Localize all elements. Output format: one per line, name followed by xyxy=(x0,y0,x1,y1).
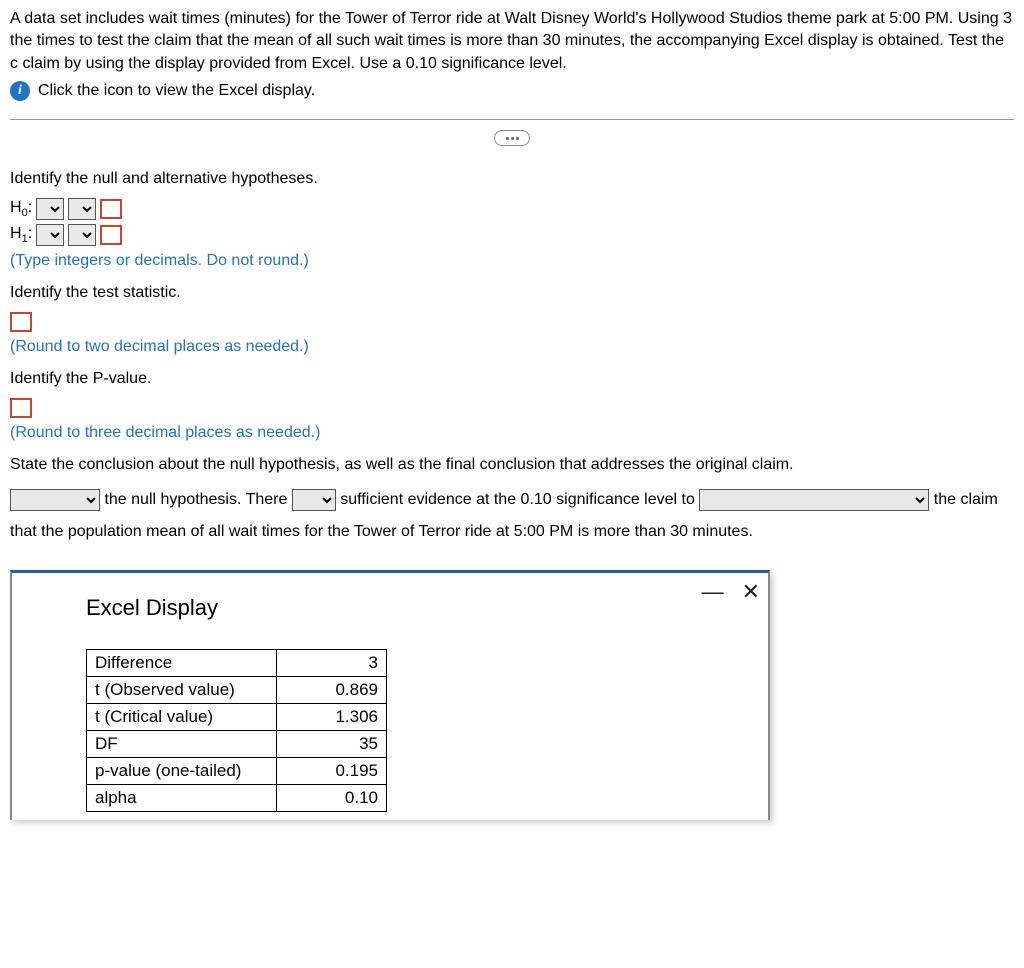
problem-statement: A data set includes wait times (minutes)… xyxy=(10,8,1014,75)
conclusion-decision-dropdown[interactable] xyxy=(10,489,100,511)
table-cell-label: p-value (one-tailed) xyxy=(87,758,277,785)
table-cell-label: Difference xyxy=(87,650,277,677)
table-cell-value: 1.306 xyxy=(277,704,387,731)
table-row: DF35 xyxy=(87,731,387,758)
minimize-icon[interactable]: — xyxy=(702,579,724,605)
table-cell-label: t (Observed value) xyxy=(87,677,277,704)
p-value-hint: (Round to three decimal places as needed… xyxy=(10,424,1014,442)
h0-relation-dropdown[interactable] xyxy=(68,198,96,220)
question-p-value: Identify the P-value. xyxy=(10,370,1014,388)
table-cell-value: 35 xyxy=(277,731,387,758)
conclusion-support-dropdown[interactable] xyxy=(699,489,929,511)
table-row: t (Critical value)1.306 xyxy=(87,704,387,731)
table-row: Difference3 xyxy=(87,650,387,677)
test-statistic-input[interactable] xyxy=(10,312,32,332)
info-icon[interactable]: i xyxy=(10,81,30,101)
info-link-text[interactable]: Click the icon to view the Excel display… xyxy=(38,82,315,100)
question-test-statistic: Identify the test statistic. xyxy=(10,284,1014,302)
question-hypotheses: Identify the null and alternative hypoth… xyxy=(10,170,1014,188)
conclusion-sentence: the null hypothesis. There sufficient ev… xyxy=(10,484,1014,548)
section-divider xyxy=(10,119,1014,120)
table-cell-label: t (Critical value) xyxy=(87,704,277,731)
excel-table: Difference3t (Observed value)0.869t (Cri… xyxy=(86,649,387,812)
close-icon[interactable]: ✕ xyxy=(742,579,760,605)
test-statistic-hint: (Round to two decimal places as needed.) xyxy=(10,338,1014,356)
h1-relation-dropdown[interactable] xyxy=(68,224,96,246)
h0-value-input[interactable] xyxy=(100,199,122,219)
question-conclusion: State the conclusion about the null hypo… xyxy=(10,456,1014,474)
table-cell-value: 0.195 xyxy=(277,758,387,785)
h1-value-input[interactable] xyxy=(100,225,122,245)
table-cell-value: 0.10 xyxy=(277,785,387,812)
h0-param-dropdown[interactable] xyxy=(36,198,64,220)
table-row: t (Observed value)0.869 xyxy=(87,677,387,704)
hypotheses-hint: (Type integers or decimals. Do not round… xyxy=(10,252,1014,270)
excel-display-modal: — ✕ Excel Display Difference3t (Observed… xyxy=(10,570,770,820)
table-cell-value: 3 xyxy=(277,650,387,677)
table-row: alpha0.10 xyxy=(87,785,387,812)
modal-title: Excel Display xyxy=(86,595,740,621)
p-value-input[interactable] xyxy=(10,398,32,418)
table-cell-value: 0.869 xyxy=(277,677,387,704)
h1-param-dropdown[interactable] xyxy=(36,224,64,246)
table-cell-label: DF xyxy=(87,731,277,758)
table-row: p-value (one-tailed)0.195 xyxy=(87,758,387,785)
h1-row: H1: xyxy=(10,224,1014,246)
table-cell-label: alpha xyxy=(87,785,277,812)
conclusion-isisnot-dropdown[interactable] xyxy=(292,489,336,511)
expand-pill[interactable] xyxy=(494,130,530,146)
h0-row: H0: xyxy=(10,198,1014,220)
